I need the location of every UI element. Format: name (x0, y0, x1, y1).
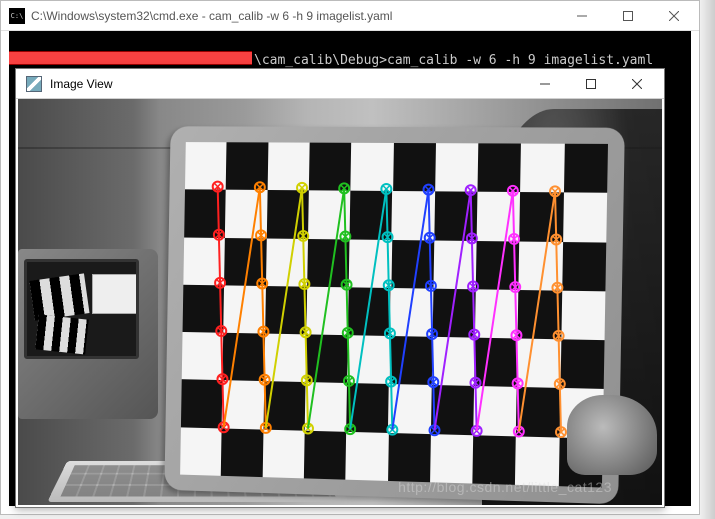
watermark-text: http://blog.csdn.net/little_cat123 (398, 479, 612, 495)
page-edge-shadow (700, 0, 715, 519)
image-view-window-controls (522, 70, 660, 98)
cmd-title-text: C:\Windows\system32\cmd.exe - cam_calib … (31, 9, 559, 23)
close-button[interactable] (651, 1, 697, 31)
scene-monitor (18, 249, 158, 419)
image-view-title-text: Image View (48, 77, 522, 91)
calibration-board (164, 126, 624, 504)
cmd-window-controls (559, 1, 697, 31)
cmd-titlebar[interactable]: C:\Windows\system32\cmd.exe - cam_calib … (1, 1, 699, 31)
close-button[interactable] (614, 70, 660, 98)
maximize-button[interactable] (568, 70, 614, 98)
scene-hand (567, 395, 657, 475)
maximize-button[interactable] (605, 1, 651, 31)
image-view-icon (26, 76, 42, 92)
minimize-button[interactable] (522, 70, 568, 98)
image-view-canvas: http://blog.csdn.net/little_cat123 (18, 99, 662, 505)
minimize-button[interactable] (559, 1, 605, 31)
cmd-icon (9, 8, 25, 24)
redacted-path-bar (9, 51, 252, 65)
image-view-window: Image View (15, 68, 665, 508)
image-view-titlebar[interactable]: Image View (16, 69, 664, 99)
cmd-prompt-line: \cam_calib\Debug>cam_calib -w 6 -h 9 ima… (254, 53, 653, 68)
